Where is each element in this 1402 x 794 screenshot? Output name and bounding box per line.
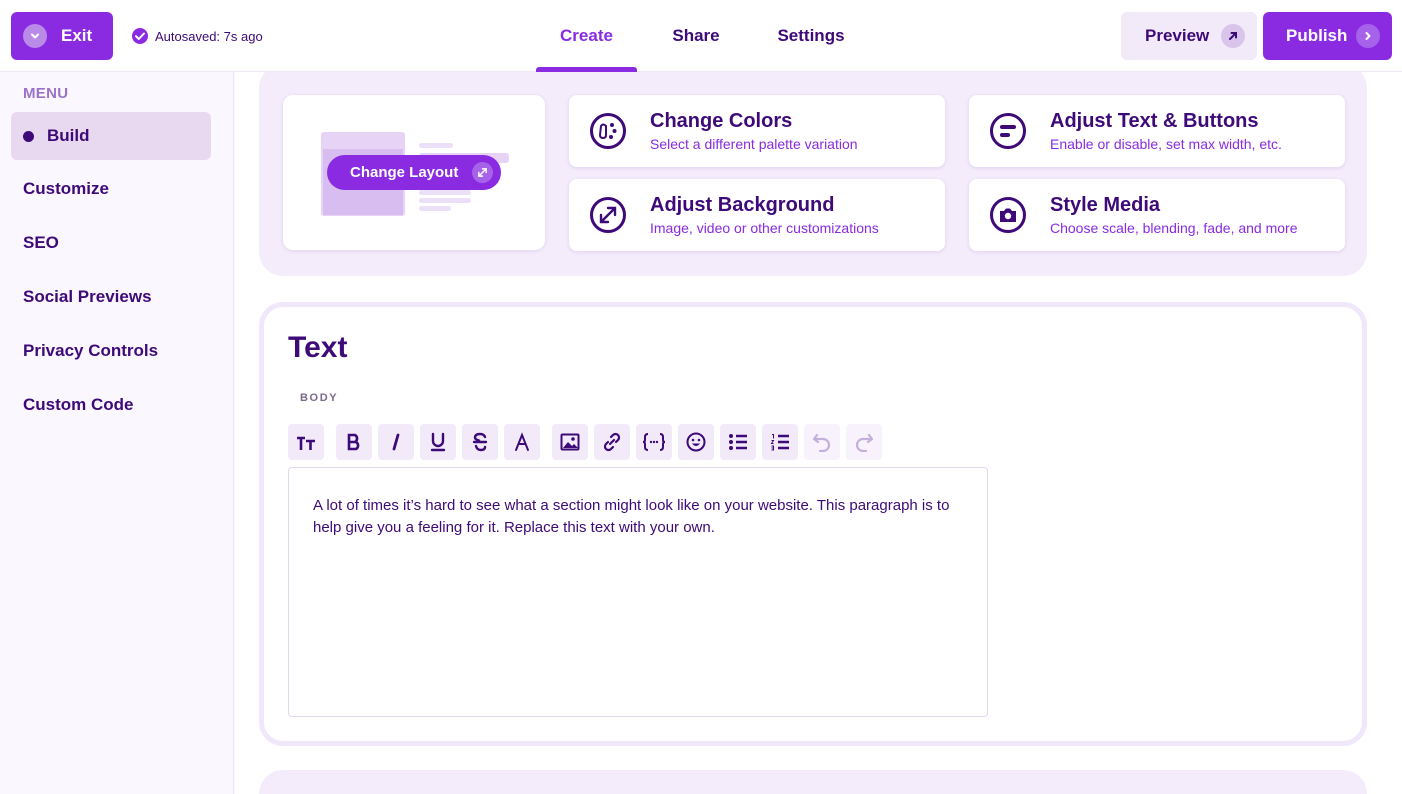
font-color-button[interactable] bbox=[504, 424, 540, 460]
emoji-icon bbox=[686, 432, 706, 452]
preview-button[interactable]: Preview bbox=[1121, 12, 1257, 60]
change-layout-button[interactable]: Change Layout bbox=[327, 155, 501, 190]
bullet-list-icon bbox=[729, 434, 747, 450]
sidebar-item-label: Build bbox=[47, 126, 90, 145]
text-section: Text BODY A lot of times it’s hard to se… bbox=[259, 302, 1367, 746]
bullet-list-button[interactable] bbox=[720, 424, 756, 460]
layout-thumbnail-line bbox=[419, 190, 471, 195]
change-layout-label: Change Layout bbox=[350, 164, 459, 181]
layout-thumbnail-line bbox=[419, 198, 471, 203]
menu-label: MENU bbox=[23, 85, 69, 102]
text-buttons-icon bbox=[990, 113, 1026, 149]
publish-button[interactable]: Publish bbox=[1263, 12, 1392, 60]
undo-icon bbox=[812, 433, 831, 452]
image-button[interactable] bbox=[552, 424, 588, 460]
card-description: Image, video or other customizations bbox=[650, 220, 879, 236]
adjust-text-buttons-card[interactable]: Adjust Text & Buttons Enable or disable,… bbox=[969, 95, 1345, 167]
layout-thumbnail-line bbox=[419, 206, 451, 211]
numbered-list-button[interactable] bbox=[762, 424, 798, 460]
card-description: Choose scale, blending, fade, and more bbox=[1050, 220, 1298, 236]
style-media-card[interactable]: Style Media Choose scale, blending, fade… bbox=[969, 179, 1345, 251]
sidebar-item-custom-code[interactable]: Custom Code bbox=[11, 381, 211, 429]
tab-settings[interactable]: Settings bbox=[755, 0, 867, 72]
tab-create[interactable]: Create bbox=[536, 0, 637, 72]
card-description: Select a different palette variation bbox=[650, 136, 858, 152]
image-icon bbox=[560, 433, 580, 451]
autosave-text: Autosaved: 7s ago bbox=[155, 28, 263, 44]
active-dot-icon bbox=[23, 130, 34, 142]
chevron-down-icon bbox=[23, 24, 47, 48]
exit-button[interactable]: Exit bbox=[11, 12, 113, 60]
redo-button[interactable] bbox=[846, 424, 882, 460]
numbered-list-icon bbox=[770, 434, 789, 451]
expand-icon bbox=[590, 197, 626, 233]
sidebar: MENU Build Customize SEO Social Previews… bbox=[0, 72, 234, 794]
check-circle-icon bbox=[132, 28, 148, 44]
change-colors-card[interactable]: Change Colors Select a different palette… bbox=[569, 95, 945, 167]
body-text-editor[interactable]: A lot of times it’s hard to see what a s… bbox=[288, 467, 988, 717]
text-size-button[interactable] bbox=[288, 424, 324, 460]
variable-icon bbox=[642, 433, 666, 451]
expand-icon bbox=[472, 162, 493, 183]
chevron-right-icon bbox=[1356, 24, 1380, 48]
strikethrough-button[interactable] bbox=[462, 424, 498, 460]
palette-icon bbox=[590, 113, 626, 149]
section-options-panel: Change Layout Change Colors Select a dif… bbox=[259, 72, 1367, 276]
card-title: Style Media bbox=[1050, 194, 1161, 216]
publish-label: Publish bbox=[1286, 26, 1348, 45]
sidebar-item-customize[interactable]: Customize bbox=[11, 165, 211, 213]
sidebar-item-build[interactable]: Build bbox=[11, 112, 211, 160]
autosave-status: Autosaved: 7s ago bbox=[131, 27, 263, 45]
main-content: Change Layout Change Colors Select a dif… bbox=[235, 72, 1402, 794]
redo-icon bbox=[855, 433, 874, 452]
sidebar-item-seo[interactable]: SEO bbox=[11, 219, 211, 267]
emoji-button[interactable] bbox=[678, 424, 714, 460]
sidebar-item-privacy-controls[interactable]: Privacy Controls bbox=[11, 327, 211, 375]
strikethrough-icon bbox=[472, 432, 488, 452]
text-size-icon bbox=[297, 436, 315, 450]
bold-button[interactable] bbox=[336, 424, 372, 460]
top-bar: Exit Autosaved: 7s ago Create Share Sett… bbox=[0, 0, 1402, 72]
card-title: Adjust Background bbox=[650, 194, 835, 216]
main-tabs: Create Share Settings bbox=[536, 0, 867, 72]
camera-icon bbox=[990, 197, 1026, 233]
next-section-panel bbox=[259, 770, 1367, 794]
layout-thumbnail-line bbox=[419, 143, 453, 148]
underline-icon bbox=[430, 432, 446, 452]
section-title: Text bbox=[288, 331, 348, 364]
italic-button[interactable] bbox=[378, 424, 414, 460]
bold-icon bbox=[347, 433, 360, 451]
tab-share[interactable]: Share bbox=[637, 0, 755, 72]
card-title: Adjust Text & Buttons bbox=[1050, 110, 1259, 132]
sidebar-item-social-previews[interactable]: Social Previews bbox=[11, 273, 211, 321]
layout-preview-card[interactable]: Change Layout bbox=[283, 95, 545, 250]
link-button[interactable] bbox=[594, 424, 630, 460]
exit-label: Exit bbox=[61, 26, 93, 45]
preview-label: Preview bbox=[1145, 26, 1210, 45]
body-label: BODY bbox=[300, 392, 339, 404]
font-color-icon bbox=[515, 432, 529, 451]
variable-button[interactable] bbox=[636, 424, 672, 460]
arrow-up-right-icon bbox=[1221, 24, 1245, 48]
card-description: Enable or disable, set max width, etc. bbox=[1050, 136, 1282, 152]
underline-button[interactable] bbox=[420, 424, 456, 460]
adjust-background-card[interactable]: Adjust Background Image, video or other … bbox=[569, 179, 945, 251]
undo-button[interactable] bbox=[804, 424, 840, 460]
card-title: Change Colors bbox=[650, 110, 793, 132]
italic-icon bbox=[392, 433, 400, 451]
link-icon bbox=[603, 432, 621, 452]
